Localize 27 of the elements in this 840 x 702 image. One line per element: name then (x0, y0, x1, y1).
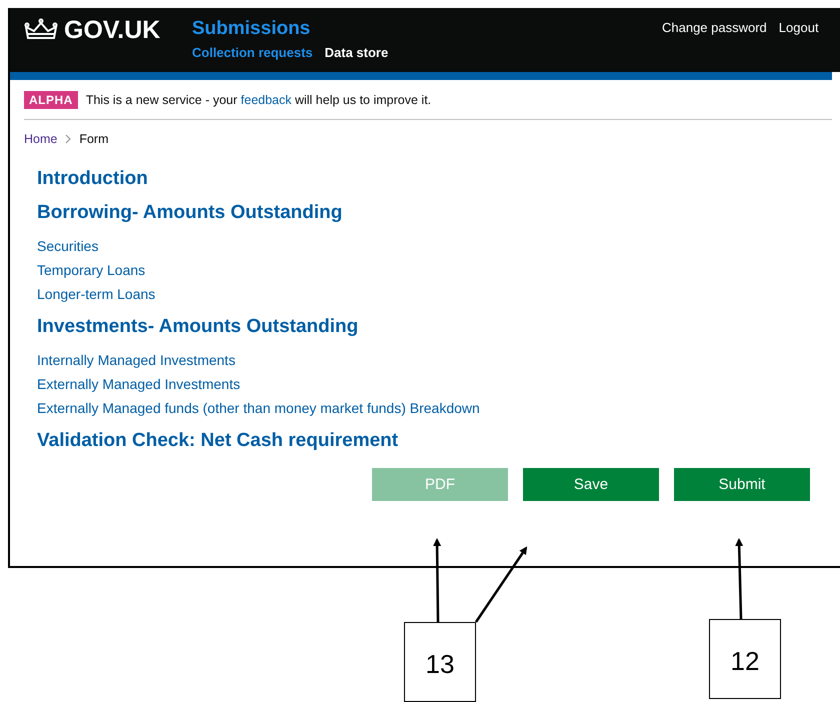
account-link[interactable]: Change password (662, 20, 767, 72)
section-heading-link[interactable]: Introduction (37, 168, 840, 190)
service-name[interactable]: Submissions (192, 18, 662, 40)
callout-label: 12 (709, 619, 781, 699)
section-link[interactable]: Securities (37, 238, 98, 254)
crown-icon (24, 18, 58, 42)
section-link[interactable]: Externally Managed Investments (37, 376, 240, 392)
section-link[interactable]: Internally Managed Investments (37, 352, 236, 368)
section-heading-link[interactable]: Investments- Amounts Outstanding (37, 316, 840, 338)
section-link[interactable]: Temporary Loans (37, 262, 146, 278)
breadcrumb-link[interactable]: Home (24, 132, 58, 146)
section-link[interactable]: Longer-term Loans (37, 286, 156, 302)
section-link[interactable]: Externally Managed funds (other than money market funds) Breakdown (37, 400, 480, 416)
nav-link[interactable]: Data store (324, 45, 388, 60)
phase-tag: ALPHA (24, 90, 78, 108)
section-heading-link[interactable]: Validation Check: Net Cash requirement (37, 430, 840, 452)
chevron-icon (65, 134, 72, 144)
breadcrumb-current: Form (79, 132, 109, 146)
callout-label: 13 (404, 622, 476, 702)
phase-banner-text: This is a new service - your feedback will help us to improve it. (86, 92, 432, 106)
feedback-link[interactable]: feedback (240, 92, 292, 106)
logo-text[interactable]: GOV.UK (64, 16, 160, 44)
action-button[interactable]: Save (523, 468, 659, 501)
nav-link[interactable]: Collection requests (192, 45, 313, 60)
section-heading-link[interactable]: Borrowing- Amounts Outstanding (37, 202, 840, 224)
action-button[interactable]: Submit (674, 468, 810, 501)
account-link[interactable]: Logout (778, 20, 819, 72)
